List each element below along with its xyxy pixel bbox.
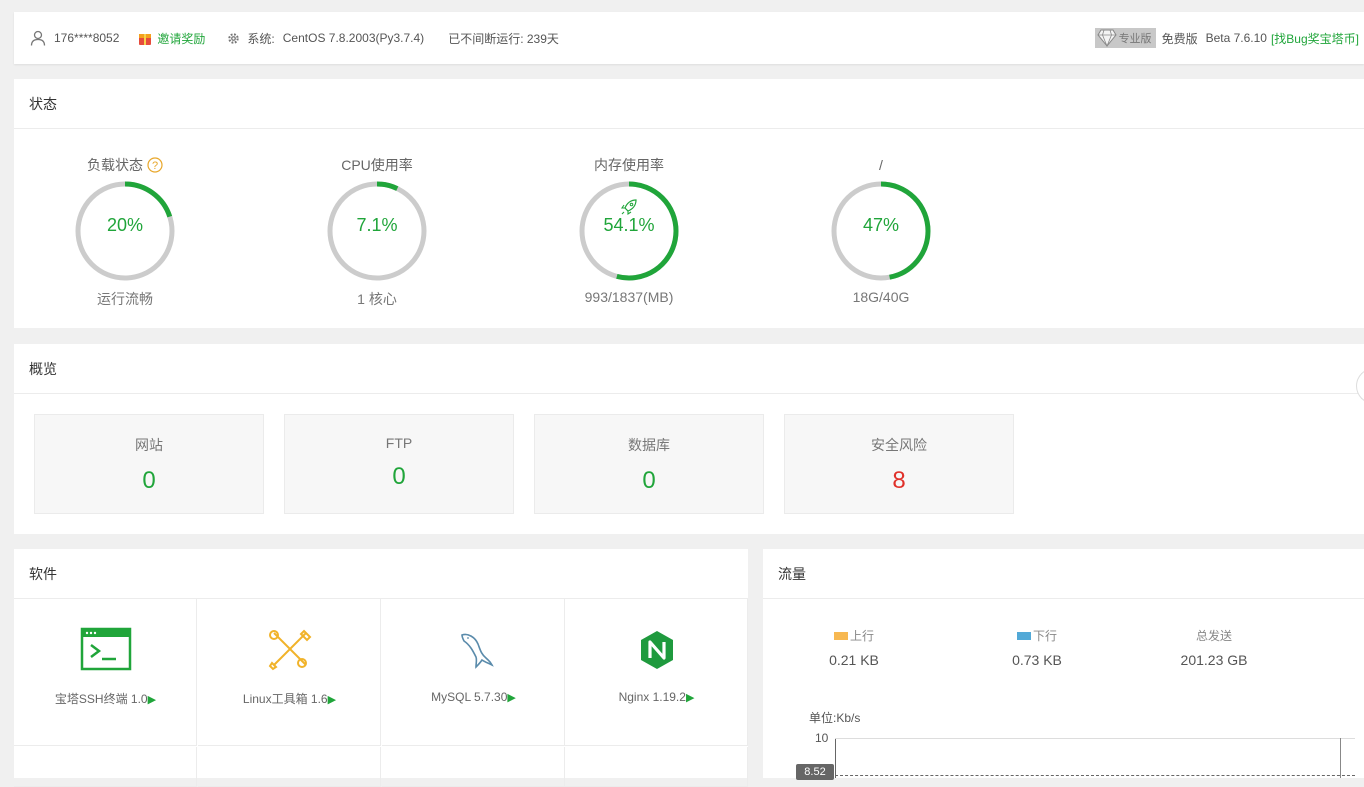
upload-swatch [833, 631, 848, 640]
overview-database-value[interactable]: 0 [535, 467, 763, 495]
cpu-gauge-sub: 1 核心 [357, 291, 397, 307]
play-icon[interactable]: ▶ [148, 694, 156, 706]
overview-ftp-value[interactable]: 0 [285, 463, 513, 491]
top-info-bar: 176****8052 邀请奖励 系统: CentOS 7.8.2003(Py3… [14, 12, 1364, 64]
disk-gauge-label: / [879, 157, 883, 173]
overview-ftp[interactable]: FTP 0 [284, 414, 514, 514]
gift-icon [139, 34, 152, 45]
traffic-y-max-label: 10 [815, 731, 829, 745]
software-panel: 软件 宝塔SSH终端 1.0▶ Linux工具箱 1.6▶ MySQL 5.7.… [14, 549, 748, 787]
memory-gauge-value: 54.1% [603, 215, 655, 235]
download-swatch [1016, 631, 1031, 640]
overview-security-risk[interactable]: 安全风险 8 [784, 414, 1014, 514]
software-item[interactable] [382, 747, 565, 787]
memory-gauge-sub: 993/1837(MB) [584, 289, 674, 305]
terminal-icon [80, 627, 132, 671]
disk-gauge-value: 47% [862, 215, 900, 235]
software-item-linux-toolbox[interactable]: Linux工具箱 1.6▶ [198, 599, 381, 746]
software-item-linux-toolbox-label: Linux工具箱 1.6 [242, 692, 328, 706]
load-gauge-label: 负载状态 [87, 157, 143, 173]
overview-websites-label: 网站 [135, 437, 163, 453]
load-gauge[interactable]: 负载状态 ? 20% 运行流畅 [65, 155, 185, 309]
traffic-grid-line [835, 738, 1355, 739]
system-value: CentOS 7.8.2003(Py3.7.4) [282, 31, 425, 45]
user-icon [30, 30, 46, 46]
memory-gauge[interactable]: 内存使用率 54.1% 993/1837(MB) [569, 155, 689, 305]
rocket-icon[interactable] [619, 197, 639, 217]
play-icon[interactable]: ▶ [686, 692, 694, 704]
overview-websites-value[interactable]: 0 [35, 467, 263, 495]
traffic-crosshair [1340, 738, 1341, 778]
overview-security-risk-value[interactable]: 8 [785, 467, 1013, 495]
bug-bounty-link[interactable]: [找Bug奖宝塔币] [1271, 30, 1359, 47]
cpu-gauge[interactable]: CPU使用率 7.1% 1 核心 [317, 155, 437, 309]
software-item-ssh-terminal[interactable]: 宝塔SSH终端 1.0▶ [14, 599, 197, 746]
play-icon[interactable]: ▶ [507, 692, 515, 704]
nginx-icon [641, 631, 673, 669]
software-item-mysql-label: MySQL 5.7.30 [431, 690, 508, 704]
software-item-ssh-terminal-label: 宝塔SSH终端 1.0 [54, 692, 148, 706]
overview-database[interactable]: 数据库 0 [534, 414, 764, 514]
user-info[interactable]: 176****8052 [14, 30, 119, 46]
load-gauge-value: 20% [106, 215, 144, 235]
traffic-download: 下行 0.73 KB [977, 627, 1097, 668]
status-title: 状态 [14, 79, 1364, 129]
help-icon[interactable]: ? [147, 157, 163, 173]
software-item-mysql[interactable]: MySQL 5.7.30▶ [382, 599, 565, 746]
mysql-dolphin-icon [461, 633, 494, 669]
overview-title: 概览 [14, 344, 1364, 394]
traffic-title: 流量 [763, 549, 1364, 599]
traffic-upload: 上行 0.21 KB [794, 627, 914, 668]
invite-reward-label: 邀请奖励 [157, 31, 206, 46]
cpu-gauge-label: CPU使用率 [341, 157, 413, 173]
traffic-panel: 流量 上行 0.21 KB 下行 0.73 KB 总发送 201.23 GB 单… [763, 549, 1364, 780]
traffic-total-sent: 总发送 201.23 GB [1154, 627, 1274, 668]
traffic-total-value: 201.23 GB [1180, 652, 1248, 668]
edition-info: 专业版 免费版 Beta 7.6.10 [找Bug奖宝塔币] [1094, 12, 1359, 64]
system-label: 系统: [247, 31, 275, 46]
version-label: Beta 7.6.10 [1205, 31, 1267, 45]
username: 176****8052 [54, 31, 120, 45]
memory-gauge-label: 内存使用率 [594, 157, 664, 173]
pro-edition-label: 专业版 [1118, 33, 1152, 45]
traffic-unit-label: 单位:Kb/s [809, 711, 861, 725]
load-gauge-sub: 运行流畅 [97, 291, 153, 307]
traffic-upload-value: 0.21 KB [829, 652, 879, 668]
diamond-icon [1096, 29, 1117, 47]
overview-websites[interactable]: 网站 0 [34, 414, 264, 514]
uptime: 已不间断运行: 239天 [448, 30, 559, 47]
traffic-download-label: 下行 [1032, 629, 1057, 643]
disk-gauge-sub: 18G/40G [852, 289, 910, 305]
traffic-download-value: 0.73 KB [1012, 652, 1062, 668]
software-item-nginx-label: Nginx 1.19.2 [618, 690, 686, 704]
software-item-nginx[interactable]: Nginx 1.19.2▶ [565, 599, 748, 746]
svg-text:?: ? [152, 160, 158, 172]
system-info: 系统: CentOS 7.8.2003(Py3.7.4) [205, 30, 424, 47]
invite-reward-link[interactable]: 邀请奖励 [119, 30, 205, 47]
overview-security-risk-label: 安全风险 [871, 437, 927, 453]
disk-gauge[interactable]: / 47% 18G/40G [821, 155, 941, 305]
play-icon[interactable]: ▶ [328, 694, 336, 706]
uptime-text: 已不间断运行: 239天 [448, 31, 559, 46]
software-item[interactable] [198, 747, 381, 787]
tools-icon [268, 629, 312, 671]
overview-database-label: 数据库 [628, 437, 670, 453]
software-item[interactable] [565, 747, 748, 787]
software-item[interactable] [14, 747, 197, 787]
pro-edition-badge[interactable]: 专业版 [1094, 28, 1156, 48]
free-edition-label: 免费版 [1161, 31, 1198, 46]
traffic-y-axis [835, 738, 836, 778]
software-title: 软件 [14, 549, 748, 599]
gear-icon [228, 32, 240, 44]
overview-panel: 概览 网站 0 FTP 0 数据库 0 安全风险 8 [14, 344, 1364, 534]
traffic-total-label: 总发送 [1195, 629, 1232, 643]
traffic-tooltip-line [835, 775, 1355, 776]
status-panel: 状态 负载状态 ? 20% 运行流畅 CPU使用率 7.1% 1 核心 内存使用… [14, 79, 1364, 328]
cpu-gauge-value: 7.1% [356, 215, 398, 235]
overview-ftp-label: FTP [385, 435, 413, 451]
traffic-upload-label: 上行 [849, 629, 874, 643]
